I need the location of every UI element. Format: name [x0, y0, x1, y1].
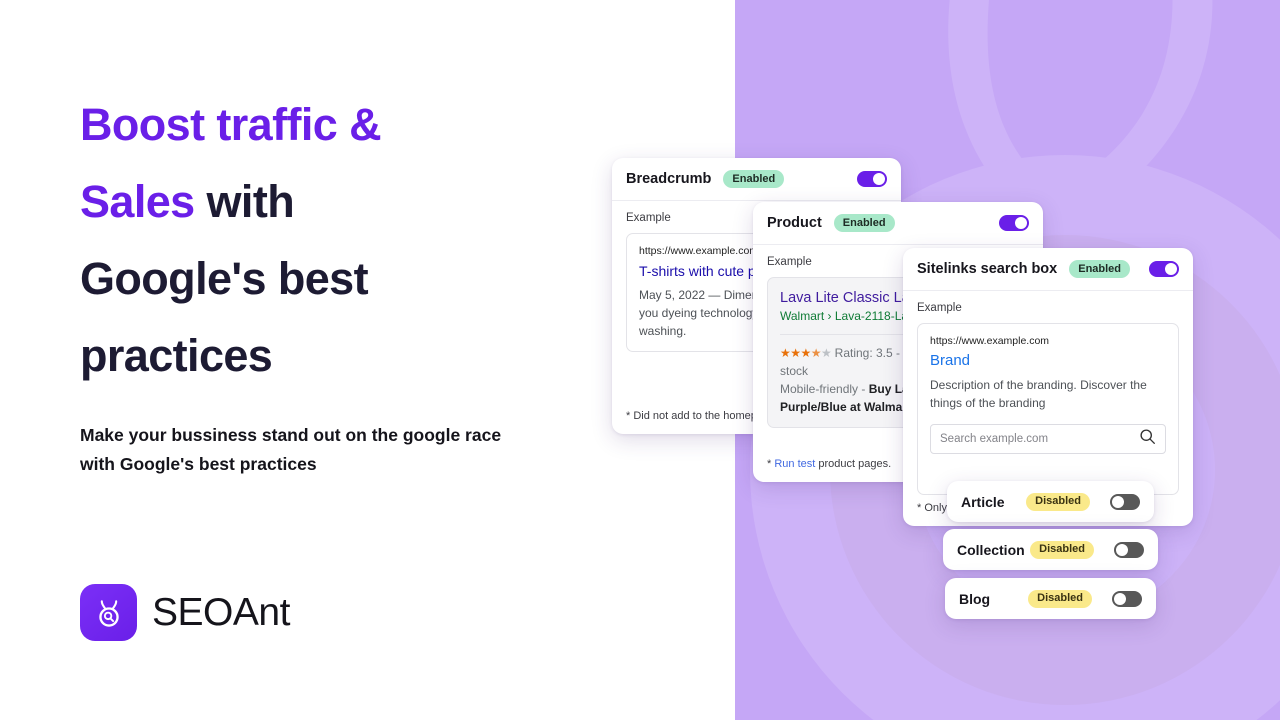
- headline-line-2-rest: with: [194, 176, 295, 227]
- product-card-header: Product Enabled: [753, 202, 1043, 245]
- card-blog[interactable]: Blog Disabled: [945, 578, 1156, 619]
- product-footnote: * Run test product pages.: [753, 446, 905, 482]
- toggle-knob: [1112, 495, 1124, 508]
- collection-title: Collection: [957, 541, 1025, 558]
- sitelinks-preview-brand[interactable]: Brand: [930, 352, 1166, 370]
- search-input[interactable]: Search example.com: [930, 424, 1166, 454]
- sitelinks-preview-description: Description of the branding. Discover th…: [930, 378, 1147, 410]
- breadcrumb-toggle[interactable]: [857, 171, 887, 187]
- product-status-badge: Enabled: [833, 214, 895, 232]
- toggle-knob: [1114, 592, 1126, 605]
- blog-toggle[interactable]: [1112, 590, 1142, 607]
- article-title: Article: [961, 493, 1005, 510]
- article-status-badge: Disabled: [1026, 492, 1090, 511]
- hero-subheading: Make your bussiness stand out on the goo…: [80, 425, 502, 474]
- sitelinks-preview-url: https://www.example.com: [930, 335, 1050, 347]
- sitelinks-title: Sitelinks search box: [917, 261, 1058, 277]
- breadcrumb-card-header: Breadcrumb Enabled: [612, 158, 901, 201]
- headline-line-3: Google's best: [80, 253, 369, 304]
- blog-title: Blog: [959, 590, 991, 607]
- ant-magnifier-icon: [80, 584, 137, 641]
- toggle-knob: [1116, 543, 1128, 556]
- toggle-knob: [873, 173, 885, 185]
- sitelinks-card-body: Example https://www.example.com Brand De…: [903, 291, 1193, 495]
- headline-line-2-accent: Sales: [80, 176, 195, 227]
- sitelinks-card-header: Sitelinks search box Enabled: [903, 248, 1193, 291]
- sitelinks-serp-preview: https://www.example.com Brand Descriptio…: [917, 323, 1179, 495]
- product-footnote-suffix: product pages.: [815, 458, 892, 470]
- sitelinks-example-label: Example: [917, 302, 962, 314]
- brand-name: SEOAnt: [152, 590, 290, 634]
- search-input-placeholder: Search example.com: [940, 433, 1049, 445]
- sitelinks-status-badge: Enabled: [1069, 260, 1131, 278]
- page-title: Boost traffic & Sales with Google's best…: [80, 86, 550, 394]
- breadcrumb-status-badge: Enabled: [723, 170, 785, 188]
- rating-stars-icon: ★★★★★: [780, 346, 832, 360]
- magnifier-icon[interactable]: [1139, 428, 1156, 450]
- breadcrumb-title: Breadcrumb: [626, 171, 712, 187]
- toggle-knob: [1015, 217, 1027, 229]
- article-toggle[interactable]: [1110, 493, 1140, 510]
- headline-line-1: Boost traffic &: [80, 99, 382, 150]
- collection-toggle[interactable]: [1114, 541, 1144, 558]
- product-toggle[interactable]: [999, 215, 1029, 231]
- product-title: Product: [767, 215, 822, 231]
- blog-status-badge: Disabled: [1028, 589, 1092, 608]
- card-collection[interactable]: Collection Disabled: [943, 529, 1158, 570]
- hero-headline-block: Boost traffic & Sales with Google's best…: [80, 86, 550, 394]
- run-test-link[interactable]: Run test: [774, 458, 815, 470]
- brand-logo: SEOAnt: [80, 584, 290, 641]
- toggle-knob: [1165, 263, 1177, 275]
- headline-line-4: practices: [80, 330, 273, 381]
- sitelinks-toggle[interactable]: [1149, 261, 1179, 277]
- product-extra-prefix: Mobile-friendly -: [780, 382, 869, 396]
- collection-status-badge: Disabled: [1030, 540, 1094, 559]
- card-article[interactable]: Article Disabled: [947, 481, 1154, 522]
- promo-banner: Boost traffic & Sales with Google's best…: [0, 0, 1280, 720]
